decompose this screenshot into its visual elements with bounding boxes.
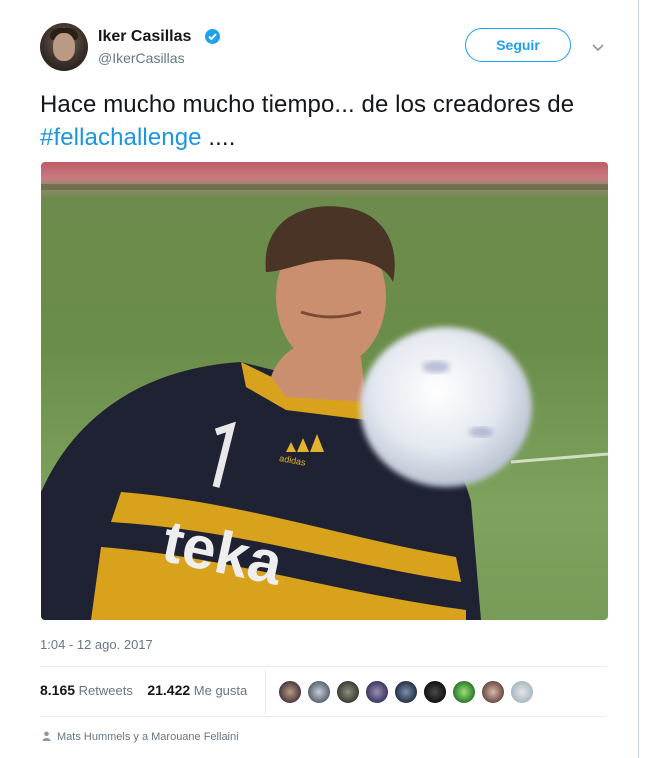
liker-avatar[interactable]	[278, 680, 302, 704]
likes-label: Me gusta	[193, 683, 248, 698]
follow-button[interactable]: Seguir	[465, 28, 571, 62]
divider-bottom	[40, 716, 606, 717]
author-avatar[interactable]	[40, 23, 88, 71]
tweet-timestamp[interactable]: 1:04 - 12 ago. 2017	[40, 637, 153, 652]
liker-avatar[interactable]	[394, 680, 418, 704]
tweet-text-body: Hace mucho mucho tiempo... de los creado…	[40, 91, 575, 118]
avatar-face	[53, 33, 75, 61]
liker-avatar[interactable]	[452, 680, 476, 704]
retweets-label: Retweets	[78, 683, 133, 698]
liker-avatar[interactable]	[481, 680, 505, 704]
verified-badge-icon	[205, 29, 220, 44]
hashtag-link[interactable]: #fellachallenge	[40, 124, 202, 151]
person-icon	[42, 731, 51, 741]
reply-mentions[interactable]: Mats Hummels y a Marouane Fellaini	[42, 731, 239, 743]
stats-separator	[265, 670, 266, 714]
tweet-text-ellipsis: ....	[201, 124, 236, 151]
liker-avatar[interactable]	[365, 680, 389, 704]
liker-avatar[interactable]	[510, 680, 534, 704]
divider-top	[40, 666, 606, 667]
photo-illustration: teka adidas	[41, 184, 608, 620]
mentions-text: Mats Hummels y a Marouane Fellaini	[57, 731, 239, 743]
author-handle[interactable]: @IkerCasillas	[98, 50, 185, 66]
liker-avatar[interactable]	[336, 680, 360, 704]
tweet-card: Iker Casillas @IkerCasillas Seguir Hace …	[0, 0, 639, 758]
liker-avatar[interactable]	[423, 680, 447, 704]
likes-count: 21.422	[147, 682, 191, 698]
chevron-down-icon[interactable]	[590, 42, 606, 54]
likes-stat[interactable]: 21.422 Me gusta	[147, 682, 248, 698]
tweet-stats: 8.165 Retweets 21.422 Me gusta	[40, 682, 247, 698]
retweets-stat[interactable]: 8.165 Retweets	[40, 682, 133, 698]
author-name[interactable]: Iker Casillas	[98, 28, 191, 46]
liker-avatar[interactable]	[307, 680, 331, 704]
tweet-photo[interactable]: teka adidas	[41, 162, 608, 620]
tweet-text: Hace mucho mucho tiempo... de los creado…	[40, 88, 600, 154]
retweets-count: 8.165	[40, 682, 76, 698]
